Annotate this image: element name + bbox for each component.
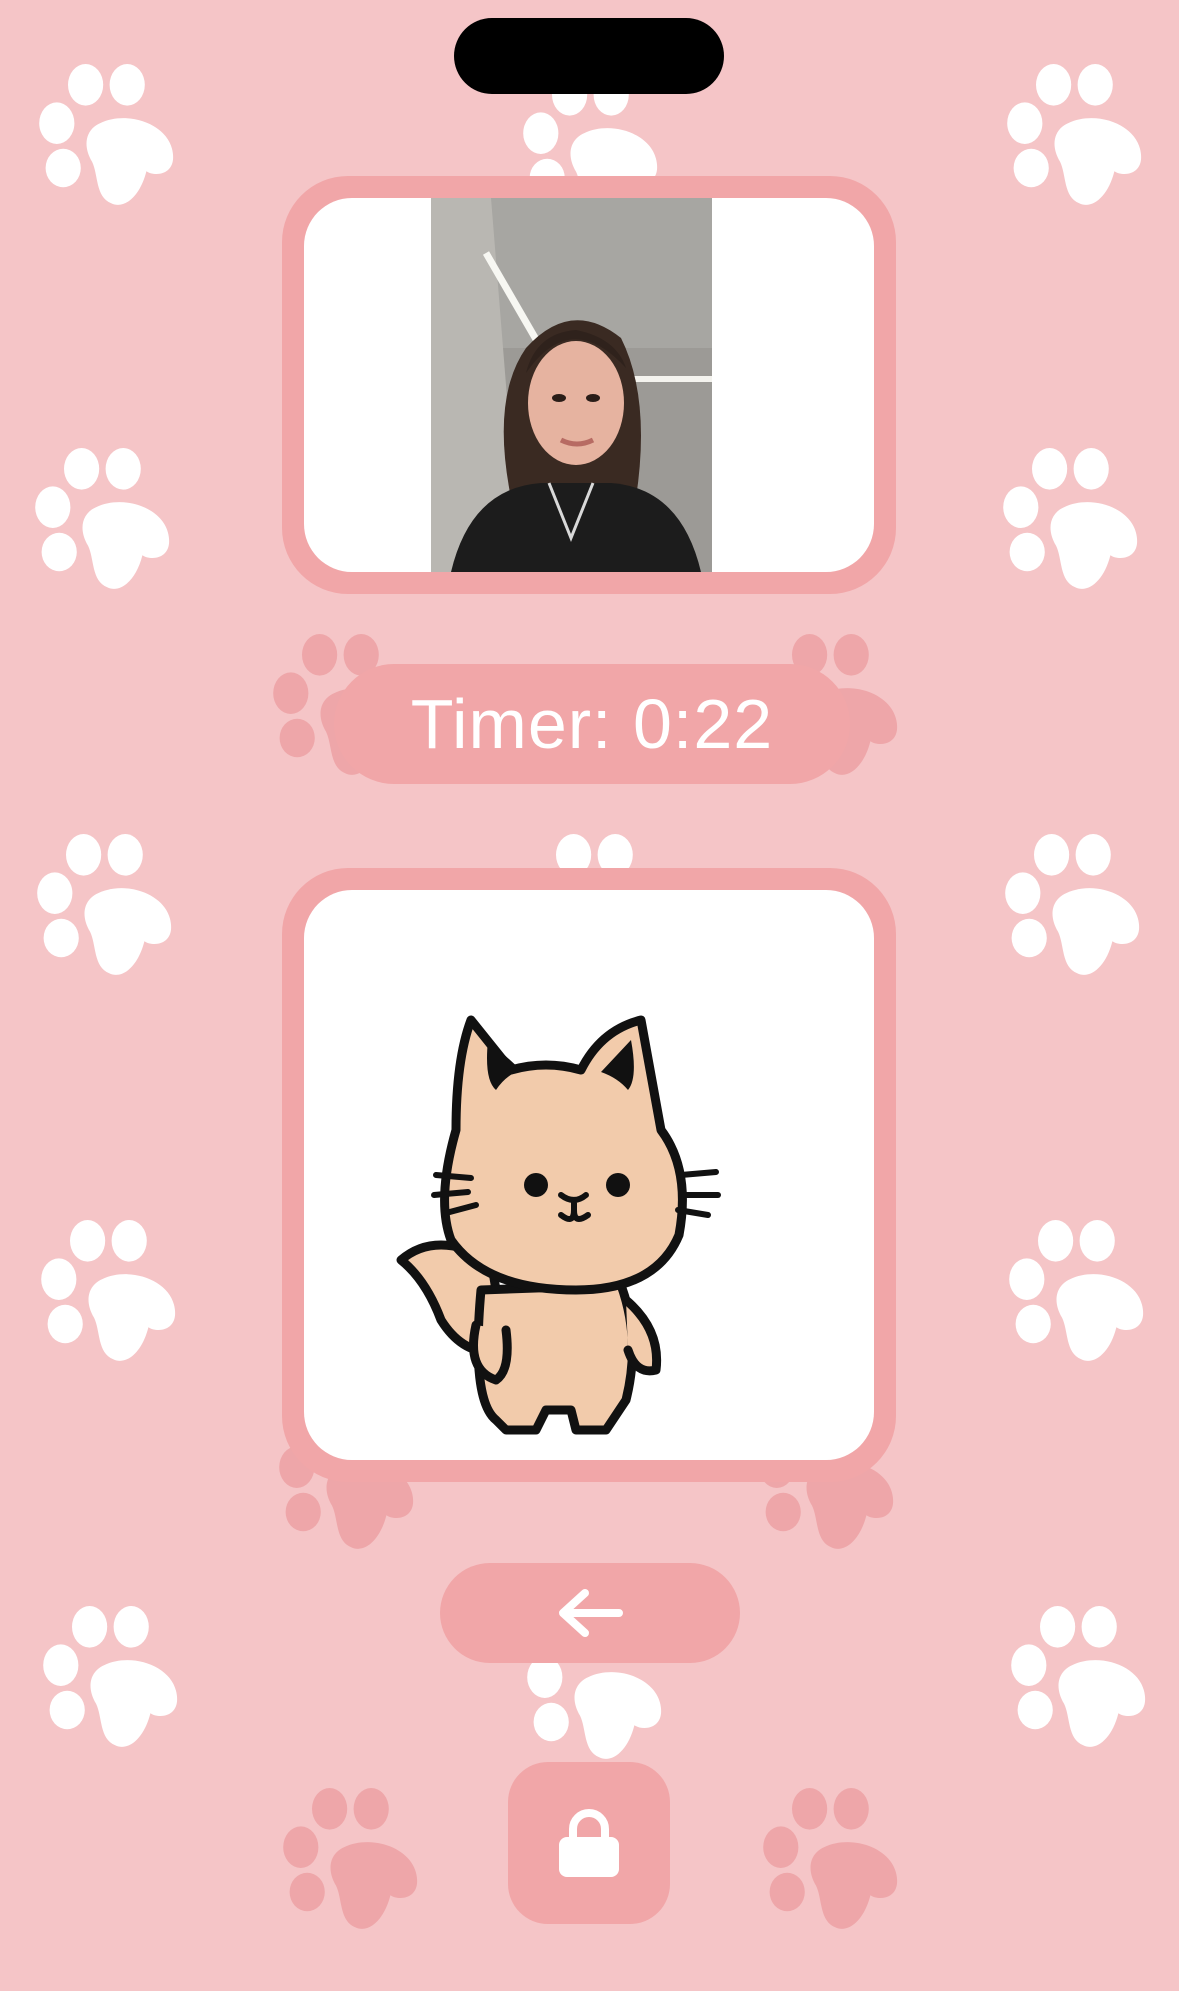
paw-icon	[752, 1780, 912, 1940]
paw-icon	[998, 1212, 1158, 1372]
back-button[interactable]	[440, 1563, 740, 1663]
arrow-left-icon	[559, 1589, 623, 1637]
paw-icon	[28, 56, 188, 216]
timer-label: Timer: 0:22	[334, 664, 850, 784]
paw-icon	[26, 826, 186, 986]
cat-character-icon	[396, 1000, 756, 1450]
camera-feed-image	[431, 198, 712, 572]
dynamic-island	[454, 18, 724, 94]
pet-panel	[304, 890, 874, 1460]
lock-button[interactable]	[508, 1762, 670, 1924]
paw-icon	[994, 826, 1154, 986]
paw-icon	[24, 440, 184, 600]
paw-icon	[30, 1212, 190, 1372]
paw-icon	[32, 1598, 192, 1758]
pet-frame	[282, 868, 896, 1482]
paw-icon	[1000, 1598, 1160, 1758]
lock-icon	[559, 1809, 619, 1877]
camera-preview-panel	[304, 198, 874, 572]
paw-icon	[272, 1780, 432, 1940]
paw-icon	[992, 440, 1152, 600]
paw-icon	[996, 56, 1156, 216]
camera-preview-frame	[282, 176, 896, 594]
